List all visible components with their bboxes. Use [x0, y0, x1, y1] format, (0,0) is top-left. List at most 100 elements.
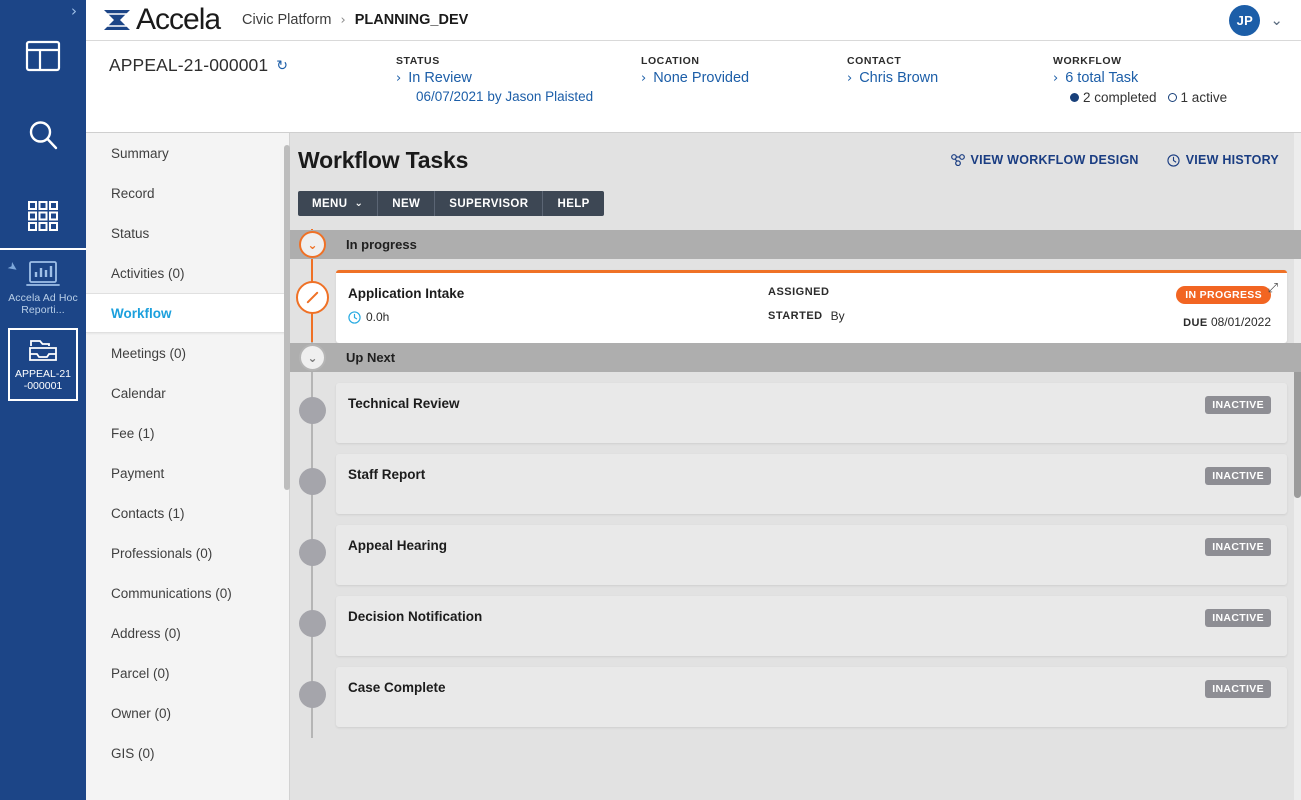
record-contact-block: CONTACT › Chris Brown [847, 55, 1053, 87]
rail-pinned-label: Accela Ad Hoc Reporti... [8, 292, 78, 316]
accela-logo[interactable]: Accela [102, 5, 221, 35]
supervisor-button[interactable]: SUPERVISOR [435, 191, 544, 216]
rail-active-record[interactable]: APPEAL-21 -000001 [8, 328, 78, 401]
apps-grid-icon[interactable] [0, 176, 86, 256]
menu-button-label: MENU [312, 197, 348, 210]
task-node-inactive[interactable] [299, 539, 326, 566]
section-collapse-toggle[interactable]: ⌄ [299, 344, 326, 371]
location-chevron-right-icon[interactable]: › [641, 70, 646, 87]
workflow-task-card[interactable]: Case Complete INACTIVE [336, 667, 1287, 727]
sidebar-item-summary[interactable]: Summary [86, 133, 289, 173]
active-dot-icon [1167, 93, 1177, 102]
contact-value[interactable]: Chris Brown [859, 70, 938, 87]
status-chevron-right-icon[interactable]: › [396, 70, 401, 87]
menu-button[interactable]: MENU ⌄ [298, 191, 379, 216]
sidebar-item-calendar[interactable]: Calendar [86, 373, 289, 413]
sidebar-item-label: Payment [111, 465, 165, 481]
sidebar-item-meetings-0[interactable]: Meetings (0) [86, 333, 289, 373]
top-bar-right: JP ⌄ [1229, 4, 1283, 36]
sidebar-item-activities-0[interactable]: Activities (0) [86, 253, 289, 293]
workflow-task-card[interactable]: Decision Notification INACTIVE [336, 596, 1287, 656]
status-label: STATUS [396, 55, 440, 67]
sidebar-item-status[interactable]: Status [86, 213, 289, 253]
workflow-task-row: Staff Report INACTIVE [290, 413, 1301, 525]
workflow-task-card[interactable]: Staff Report INACTIVE [336, 454, 1287, 514]
sidebar-item-communications-0[interactable]: Communications (0) [86, 573, 289, 613]
nav-sidebar: Summary Record Status Activities (0) Workflo… [86, 133, 290, 800]
sidebar-item-label: Record [111, 185, 155, 201]
task-node-inactive[interactable] [299, 468, 326, 495]
expand-task-icon[interactable]: ⤢ [1268, 281, 1278, 296]
rail-expand-icon[interactable]: › [71, 4, 77, 19]
sidebar-item-record[interactable]: Record [86, 173, 289, 213]
sidebar-item-owner-0[interactable]: Owner (0) [86, 693, 289, 733]
pencil-icon [306, 291, 319, 304]
task-status-badge[interactable]: INACTIVE [1205, 396, 1271, 414]
user-menu-chevron-down-icon[interactable]: ⌄ [1270, 11, 1283, 29]
completed-dot-icon [1070, 93, 1079, 102]
task-title: Decision Notification [348, 609, 483, 624]
report-chart-icon [26, 261, 60, 286]
header-links: VIEW WORKFLOW DESIGN VIEW HISTORY [950, 147, 1301, 167]
record-id-group: APPEAL-21-000001 ↻ [86, 55, 396, 76]
workflow-task-card[interactable]: Application Intake 0.0h ASSIGNED STARTED By I… [336, 270, 1287, 343]
status-sub: 06/07/2021 by Jason Plaisted [416, 89, 594, 104]
workflow-task-row: Decision Notification INACTIVE [290, 555, 1301, 667]
help-button[interactable]: HELP [543, 191, 603, 216]
sidebar-item-label: GIS (0) [111, 745, 155, 761]
view-workflow-design-link[interactable]: VIEW WORKFLOW DESIGN [950, 153, 1139, 167]
avatar[interactable]: JP [1229, 4, 1261, 36]
refresh-icon[interactable]: ↻ [276, 59, 288, 73]
location-value[interactable]: None Provided [653, 70, 749, 87]
workflow-task-row: Technical Review INACTIVE [290, 342, 1301, 454]
task-status-badge[interactable]: IN PROGRESS [1176, 286, 1271, 304]
workflow-section-header[interactable]: ⌄ In progress [290, 230, 1301, 259]
clock-icon [348, 310, 361, 324]
task-status-badge[interactable]: INACTIVE [1205, 538, 1271, 556]
task-due: DUE 08/01/2022 [1183, 315, 1271, 329]
new-button[interactable]: NEW [378, 191, 436, 216]
workflow-total-tasks[interactable]: 6 total Task [1065, 70, 1138, 87]
accela-mark-icon [104, 10, 130, 30]
sidebar-item-address-0[interactable]: Address (0) [86, 613, 289, 653]
task-status-badge[interactable]: INACTIVE [1205, 609, 1271, 627]
sidebar-item-gis-0[interactable]: GIS (0) [86, 733, 289, 773]
sidebar-item-label: Meetings (0) [111, 345, 187, 361]
sidebar-item-professionals-0[interactable]: Professionals (0) [86, 533, 289, 573]
task-status-badge[interactable]: INACTIVE [1205, 467, 1271, 485]
breadcrumb-item-agency[interactable]: PLANNING_DEV [355, 12, 469, 28]
active-text: 1 active [1180, 90, 1228, 105]
action-toolbar: MENU ⌄ NEW SUPERVISOR HELP [298, 191, 604, 216]
task-node-inactive[interactable] [299, 397, 326, 424]
sidebar-item-parcel-0[interactable]: Parcel (0) [86, 653, 289, 693]
workflow-section-title: In progress [346, 237, 417, 252]
workflow-task-card[interactable]: Technical Review INACTIVE [336, 383, 1287, 443]
icon-rail-top: › [0, 0, 86, 248]
sidebar-item-payment[interactable]: Payment [86, 453, 289, 493]
workflow-active-count: 1 active [1167, 90, 1228, 105]
clock-history-icon [1167, 153, 1180, 167]
workflow-section-header[interactable]: ⌄ Up Next [290, 343, 1301, 372]
breadcrumb-item-platform[interactable]: Civic Platform [242, 12, 331, 28]
sidebar-item-workflow[interactable]: Workflow [86, 293, 289, 333]
contact-chevron-right-icon[interactable]: › [847, 70, 852, 87]
search-icon[interactable] [0, 96, 86, 176]
contact-label: CONTACT [847, 55, 902, 67]
task-node-in-progress[interactable] [296, 281, 329, 314]
task-status-badge[interactable]: INACTIVE [1205, 680, 1271, 698]
sidebar-item-contacts-1[interactable]: Contacts (1) [86, 493, 289, 533]
rail-pinned-report[interactable]: ➤ Accela Ad Hoc Reporti... [0, 250, 86, 316]
view-history-link[interactable]: VIEW HISTORY [1167, 153, 1279, 167]
status-value[interactable]: In Review [408, 70, 472, 87]
workflow-chevron-right-icon[interactable]: › [1053, 70, 1058, 87]
rail-active-label-line1: APPEAL-21 [14, 368, 72, 380]
workflow-task-card[interactable]: Appeal Hearing INACTIVE [336, 525, 1287, 585]
dashboard-icon[interactable] [0, 16, 86, 96]
section-collapse-toggle-active[interactable]: ⌄ [299, 231, 326, 258]
task-title: Technical Review [348, 396, 460, 411]
task-node-inactive[interactable] [299, 681, 326, 708]
main-scrollbar-thumb[interactable] [1294, 358, 1301, 498]
sidebar-item-fee-1[interactable]: Fee (1) [86, 413, 289, 453]
task-node-inactive[interactable] [299, 610, 326, 637]
sidebar-item-label: Communications (0) [111, 585, 232, 601]
